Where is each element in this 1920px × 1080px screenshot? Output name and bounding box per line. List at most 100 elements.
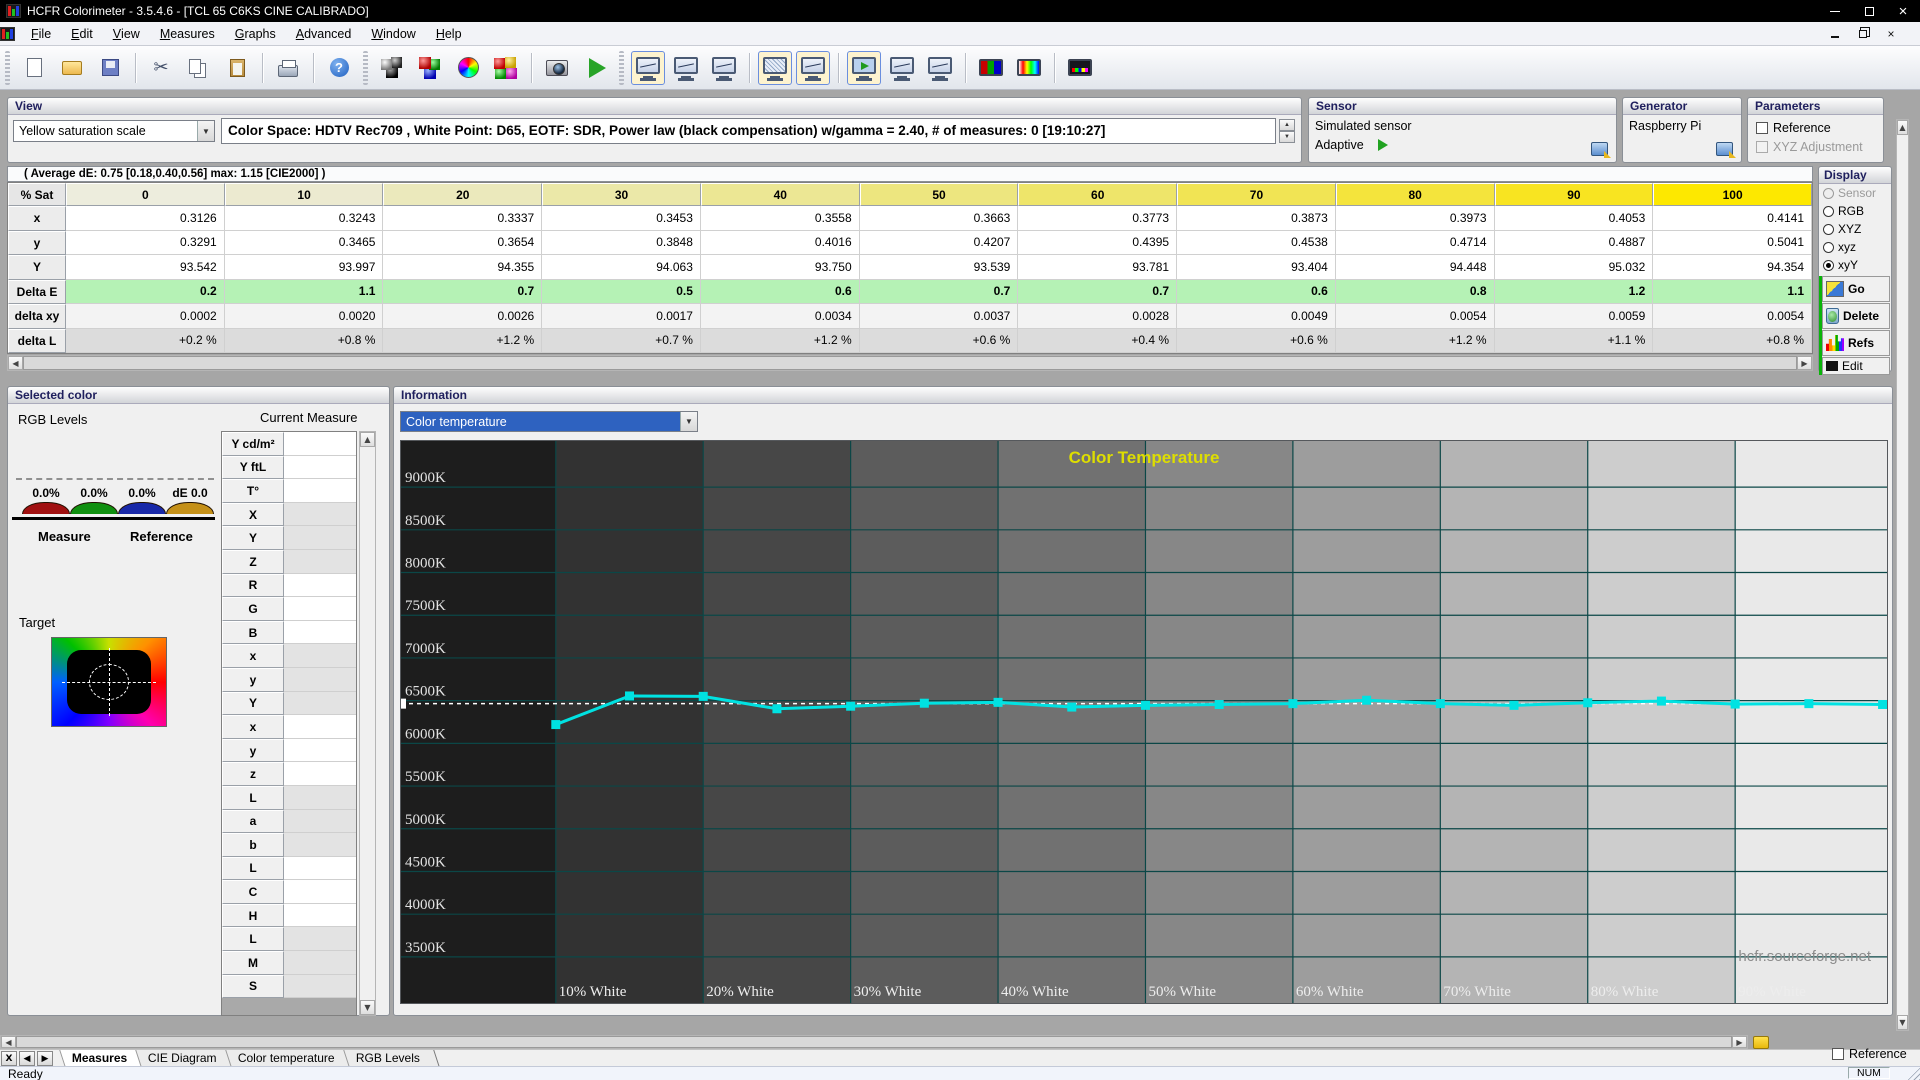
sat-cell: 0.2 <box>66 280 225 305</box>
main-hscrollbar[interactable]: ◀ ▶ <box>0 1035 1748 1049</box>
measure-vscrollbar[interactable]: ▲ ▼ <box>359 431 376 1016</box>
measure-row-label: b <box>222 833 284 857</box>
mdi-restore-icon[interactable] <box>1856 28 1870 40</box>
tab-color-temperature[interactable]: Color temperature <box>225 1050 354 1067</box>
print-icon[interactable] <box>271 51 305 85</box>
dark-pattern-icon[interactable] <box>1063 51 1097 85</box>
sensor-play-icon[interactable] <box>1378 139 1388 151</box>
rgb-levels-view-icon[interactable] <box>847 51 881 85</box>
gamut-view-icon[interactable] <box>707 51 741 85</box>
all-measures-icon[interactable] <box>489 51 523 85</box>
snapshot-icon[interactable] <box>540 51 574 85</box>
mdi-close-icon[interactable]: × <box>1884 28 1898 40</box>
measures-view-icon[interactable] <box>923 51 957 85</box>
tab-close-button[interactable]: X <box>1 1051 17 1066</box>
menu-item-window[interactable]: Window <box>361 22 425 45</box>
menu-item-measures[interactable]: Measures <box>150 22 225 45</box>
measure-row-value <box>284 574 356 598</box>
menu-item-view[interactable]: View <box>103 22 150 45</box>
main-vscrollbar[interactable]: ▲ ▼ <box>1896 119 1909 1031</box>
svg-text:30% White: 30% White <box>854 984 922 1000</box>
spin-down-icon[interactable]: ▼ <box>1279 131 1295 143</box>
maximize-icon[interactable] <box>1852 0 1886 22</box>
menu-item-graphs[interactable]: Graphs <box>225 22 286 45</box>
save-file-icon[interactable] <box>93 51 127 85</box>
mdi-minimize-icon[interactable] <box>1828 28 1842 40</box>
svg-text:4500K: 4500K <box>405 854 446 870</box>
scroll-up-icon[interactable]: ▲ <box>360 432 375 447</box>
sat-cell: +1.2 % <box>701 329 860 354</box>
sat-row-label: Y <box>8 255 66 280</box>
scroll-up-icon[interactable]: ▲ <box>1897 120 1908 135</box>
sat-cell: 0.0054 <box>1336 304 1495 329</box>
primaries-measure-icon[interactable] <box>413 51 447 85</box>
nearwhite-view-icon[interactable] <box>796 51 830 85</box>
information-panel-header: Information <box>394 387 1892 404</box>
parameters-panel: Parameters Reference XYZ Adjustment <box>1747 97 1884 163</box>
tab-rgb-levels[interactable]: RGB Levels <box>343 1050 440 1067</box>
view-scale-dropdown[interactable]: Yellow saturation scale ▼ <box>13 120 215 142</box>
grayscale-measure-icon[interactable] <box>375 51 409 85</box>
delete-button[interactable]: Delete <box>1822 303 1890 329</box>
nearblack-view-icon[interactable] <box>758 51 792 85</box>
cut-icon[interactable] <box>144 51 178 85</box>
run-measure-icon[interactable] <box>578 51 612 85</box>
bottom-reference-checkbox[interactable]: Reference <box>1832 1047 1907 1061</box>
display-radio-xyz[interactable]: XYZ <box>1819 220 1891 238</box>
menu-item-advanced[interactable]: Advanced <box>286 22 362 45</box>
scroll-left-icon[interactable]: ◀ <box>1 1036 16 1048</box>
edit-button[interactable]: Edit <box>1822 357 1890 375</box>
table-hscrollbar[interactable]: ◀ ▶ <box>7 355 1813 371</box>
saturations-measure-icon[interactable] <box>451 51 485 85</box>
tab-next-icon[interactable]: ▶ <box>37 1051 53 1066</box>
sensor-config-icon[interactable] <box>1591 142 1608 156</box>
cie-view-icon[interactable] <box>885 51 919 85</box>
scroll-down-icon[interactable]: ▼ <box>1897 1015 1908 1030</box>
main-hscroll-thumb[interactable] <box>16 1036 1732 1048</box>
tabs: MeasuresCIE DiagramColor temperatureRGB … <box>62 1050 431 1066</box>
spin-up-icon[interactable]: ▲ <box>1279 119 1295 131</box>
information-dropdown[interactable]: Color temperature ▼ <box>400 411 698 432</box>
go-button[interactable]: Go <box>1822 276 1890 302</box>
tab-prev-icon[interactable]: ◀ <box>19 1051 35 1066</box>
close-icon[interactable]: × <box>1886 0 1920 22</box>
menu-item-file[interactable]: File <box>21 22 61 45</box>
measure-row-value <box>284 621 356 645</box>
scroll-right-icon[interactable]: ▶ <box>1732 1036 1747 1048</box>
sensor-mode: Adaptive <box>1315 138 1364 152</box>
display-radio-xyy[interactable]: xyY <box>1819 256 1891 274</box>
about-help-icon[interactable]: ? <box>322 51 356 85</box>
measure-row-value <box>284 503 356 527</box>
measure-row: L <box>222 786 356 810</box>
generator-config-icon[interactable] <box>1716 142 1733 156</box>
measure-row-value <box>284 739 356 763</box>
gamma-view-icon[interactable] <box>631 51 665 85</box>
copy-icon[interactable] <box>182 51 216 85</box>
display-radio-rgb[interactable]: RGB <box>1819 202 1891 220</box>
new-file-icon[interactable] <box>17 51 51 85</box>
reference-checkbox[interactable]: Reference <box>1756 121 1831 135</box>
sat-cell: 0.8 <box>1336 280 1495 305</box>
paste-icon[interactable] <box>220 51 254 85</box>
scroll-down-icon[interactable]: ▼ <box>360 1000 375 1015</box>
tab-cie-diagram[interactable]: CIE Diagram <box>136 1050 237 1067</box>
sat-row-label: delta L <box>8 329 66 354</box>
refs-button[interactable]: Refs <box>1822 330 1890 356</box>
scroll-right-icon[interactable]: ▶ <box>1797 356 1812 370</box>
luminance-view-icon[interactable] <box>669 51 703 85</box>
tab-measures[interactable]: Measures <box>59 1050 147 1067</box>
generator-panel: Generator Raspberry Pi <box>1622 97 1742 163</box>
table-hscroll-thumb[interactable] <box>23 356 1797 370</box>
minimize-icon[interactable] <box>1818 0 1852 22</box>
rgb-pattern-icon[interactable] <box>974 51 1008 85</box>
gradient-pattern-icon[interactable] <box>1012 51 1046 85</box>
svg-text:Color Temperature: Color Temperature <box>1069 448 1220 467</box>
menu-item-edit[interactable]: Edit <box>61 22 103 45</box>
menu-item-help[interactable]: Help <box>426 22 472 45</box>
reference-checkbox-box[interactable] <box>1756 122 1768 134</box>
rgb-bar-1: 0.0% <box>70 486 118 514</box>
sat-cell: 0.3663 <box>860 206 1019 231</box>
open-file-icon[interactable] <box>55 51 89 85</box>
scroll-left-icon[interactable]: ◀ <box>8 356 23 370</box>
display-radio-xyz[interactable]: xyz <box>1819 238 1891 256</box>
